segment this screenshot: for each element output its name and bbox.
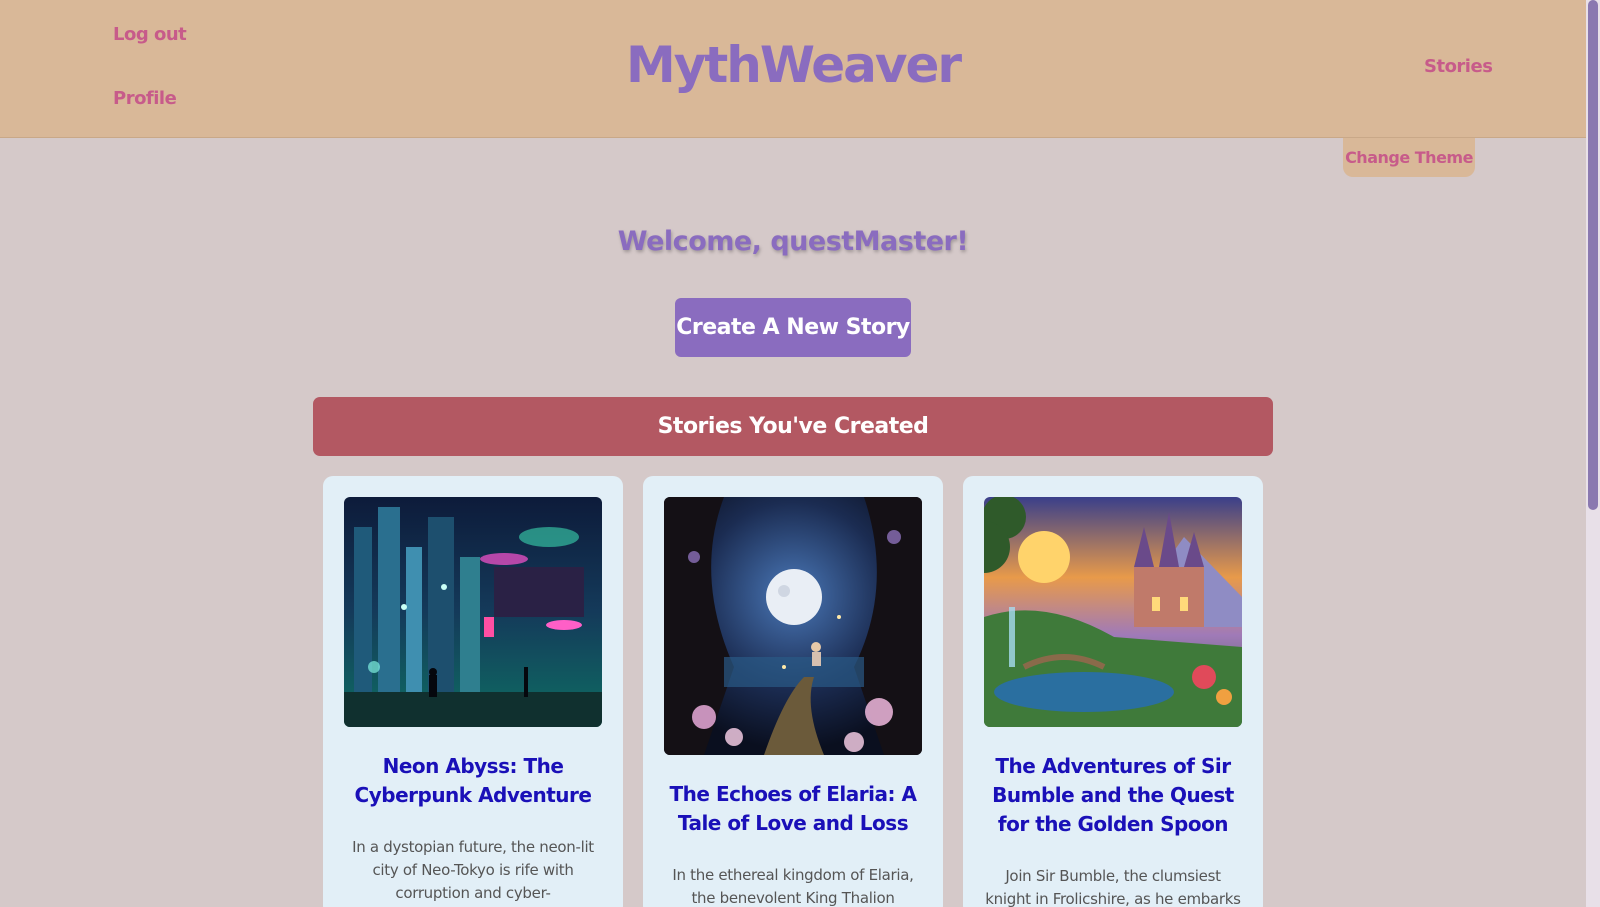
story-description: In a dystopian future, the neon-lit city… <box>352 838 594 902</box>
site-logo[interactable]: MythWeaver <box>0 36 1586 94</box>
change-theme-button[interactable]: Change Theme <box>1343 138 1475 177</box>
story-card[interactable]: Neon Abyss: The Cyberpunk Adventure In a… <box>323 476 623 907</box>
story-image[interactable] <box>984 497 1242 727</box>
section-title: Stories You've Created <box>313 397 1273 456</box>
story-title[interactable]: Neon Abyss: The Cyberpunk Adventure <box>335 752 611 810</box>
create-story-button[interactable]: Create A New Story <box>675 298 911 357</box>
story-description: Join Sir Bumble, the clumsiest knight in… <box>985 867 1241 907</box>
page-scrollbar[interactable] <box>1586 0 1600 907</box>
story-image[interactable] <box>344 497 602 727</box>
story-title[interactable]: The Echoes of Elaria: A Tale of Love and… <box>655 780 931 838</box>
story-title[interactable]: The Adventures of Sir Bumble and the Que… <box>975 752 1251 839</box>
scroll-thumb[interactable] <box>1588 0 1598 510</box>
story-card[interactable]: The Echoes of Elaria: A Tale of Love and… <box>643 476 943 907</box>
story-description: In the ethereal kingdom of Elaria, the b… <box>672 866 914 907</box>
story-card[interactable]: The Adventures of Sir Bumble and the Que… <box>963 476 1263 907</box>
story-image[interactable] <box>664 497 922 755</box>
welcome-heading: Welcome, questMaster! <box>617 226 969 257</box>
site-header: Log out Profile MythWeaver Stories <box>0 0 1586 138</box>
stories-link[interactable]: Stories <box>1424 56 1493 77</box>
